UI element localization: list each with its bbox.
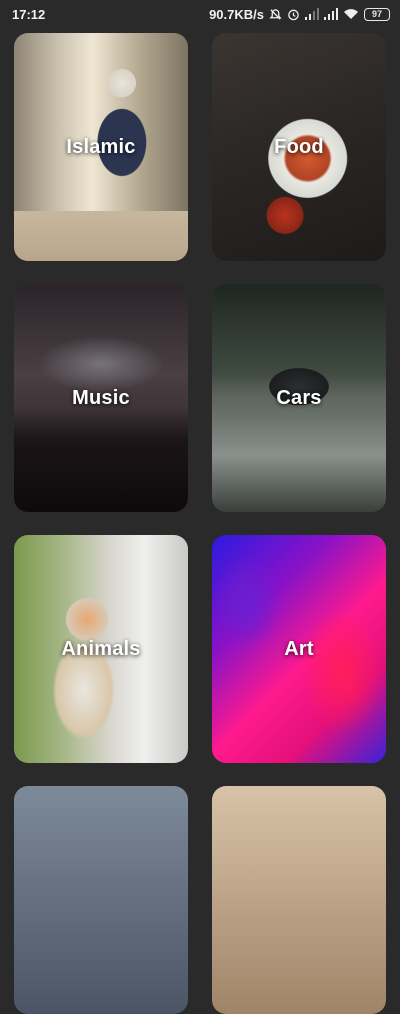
category-card-animals[interactable]: Animals — [14, 535, 188, 763]
category-photo — [14, 786, 188, 1014]
category-grid: Islamic Food Music Cars Animals Art — [14, 33, 386, 1014]
category-card-islamic[interactable]: Islamic — [14, 33, 188, 261]
signal-icon — [324, 8, 338, 20]
category-label: Islamic — [66, 135, 136, 158]
category-label: Food — [274, 135, 324, 158]
category-card-partial[interactable] — [14, 786, 188, 1014]
category-card-food[interactable]: Food — [212, 33, 386, 261]
category-card-music[interactable]: Music — [14, 284, 188, 512]
category-photo — [212, 786, 386, 1014]
status-bar: 17:12 90.7KB/s 97 — [0, 0, 400, 28]
battery-level: 97 — [371, 8, 382, 19]
signal-icon — [305, 8, 319, 20]
status-icons: 90.7KB/s 97 — [209, 7, 390, 22]
category-label: Cars — [276, 386, 322, 409]
category-card-cars[interactable]: Cars — [212, 284, 386, 512]
status-time: 17:12 — [12, 6, 46, 22]
battery-icon: 97 — [364, 7, 390, 21]
network-speed: 90.7KB/s — [209, 6, 264, 22]
mute-icon — [269, 8, 282, 21]
wifi-icon — [343, 8, 359, 20]
category-label: Music — [72, 386, 130, 409]
category-label: Art — [284, 637, 314, 660]
alarm-icon — [287, 8, 300, 21]
category-card-partial[interactable] — [212, 786, 386, 1014]
category-card-art[interactable]: Art — [212, 535, 386, 763]
category-label: Animals — [61, 637, 141, 660]
